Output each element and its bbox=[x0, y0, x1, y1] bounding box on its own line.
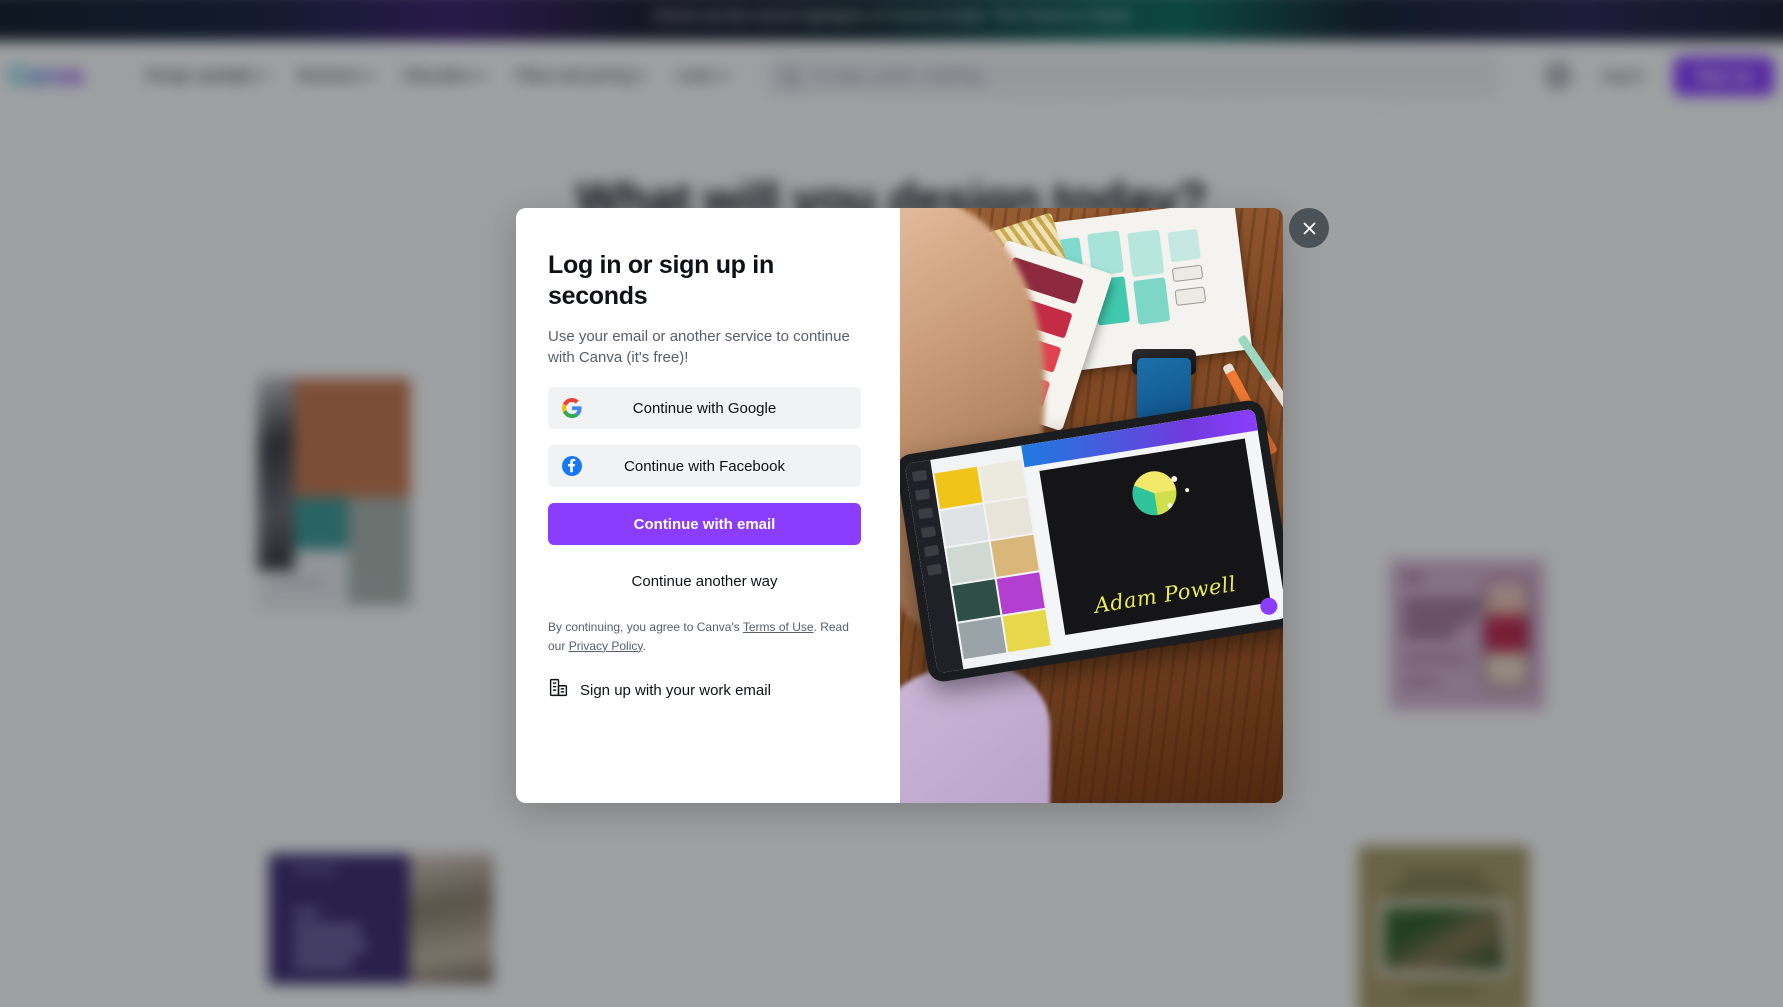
continue-with-facebook-button[interactable]: Continue with Facebook bbox=[548, 445, 861, 487]
facebook-icon bbox=[562, 456, 582, 476]
modal-subtitle: Use your email or another service to con… bbox=[548, 326, 860, 369]
legal-suffix: . bbox=[642, 639, 645, 653]
close-icon bbox=[1302, 221, 1317, 236]
logo-dot bbox=[1167, 503, 1173, 509]
google-icon bbox=[562, 398, 582, 418]
editor-canvas: Adam Powell bbox=[1021, 409, 1283, 655]
person-sleeve bbox=[900, 663, 1050, 803]
terms-of-use-link[interactable]: Terms of Use bbox=[743, 620, 814, 634]
close-modal-button[interactable] bbox=[1289, 208, 1329, 248]
button-label: Continue with email bbox=[548, 516, 861, 533]
modal-artwork-photo: Adam Powell bbox=[900, 208, 1283, 803]
privacy-policy-link[interactable]: Privacy Policy bbox=[569, 639, 643, 653]
continue-with-google-button[interactable]: Continue with Google bbox=[548, 387, 861, 429]
legal-prefix: By continuing, you agree to Canva's bbox=[548, 620, 743, 634]
modal-form-panel: Log in or sign up in seconds Use your em… bbox=[516, 208, 900, 803]
logo-dot bbox=[1185, 488, 1190, 493]
button-label: Continue with Facebook bbox=[548, 458, 861, 475]
tablet-screen: Adam Powell bbox=[905, 409, 1283, 674]
logo-design-artboard: Adam Powell bbox=[1039, 438, 1270, 634]
continue-with-email-button[interactable]: Continue with email bbox=[548, 503, 861, 545]
continue-another-way-button[interactable]: Continue another way bbox=[548, 567, 861, 596]
editor-action-button bbox=[1259, 597, 1278, 616]
modal-title: Log in or sign up in seconds bbox=[548, 250, 861, 313]
button-label: Continue with Google bbox=[548, 400, 861, 417]
logo-signature-text: Adam Powell bbox=[1068, 568, 1263, 622]
login-signup-modal: Log in or sign up in seconds Use your em… bbox=[516, 208, 1283, 803]
building-icon bbox=[548, 677, 569, 703]
signup-work-email-label: Sign up with your work email bbox=[580, 682, 771, 699]
signup-work-email-row[interactable]: Sign up with your work email bbox=[548, 677, 861, 703]
page-root: Check out the recent highlights of Canva… bbox=[0, 0, 1783, 1007]
legal-text: By continuing, you agree to Canva's Term… bbox=[548, 618, 861, 655]
logo-dot bbox=[1171, 476, 1178, 483]
